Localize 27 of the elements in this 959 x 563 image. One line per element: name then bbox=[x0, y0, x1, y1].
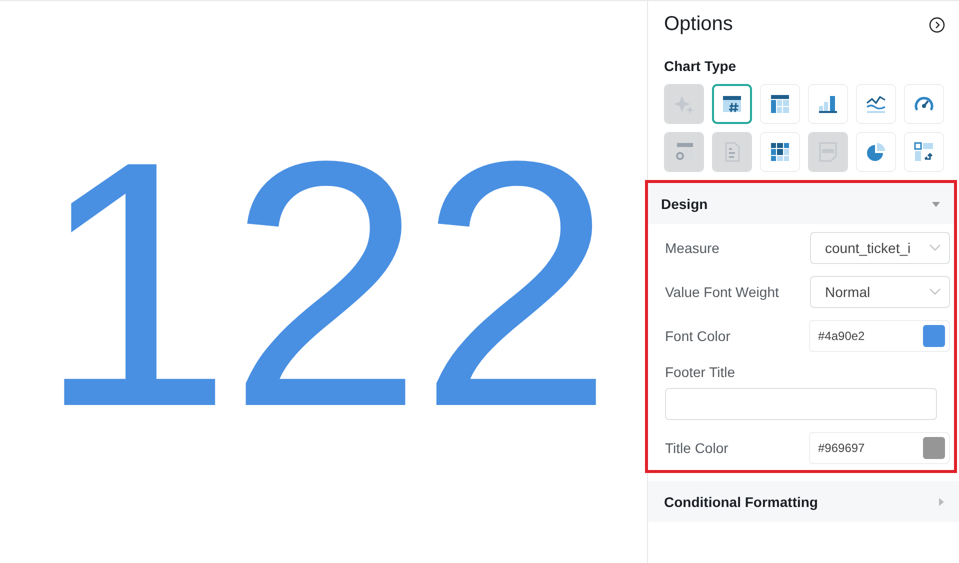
section-label: Chart Type bbox=[664, 58, 738, 74]
table-icon bbox=[768, 92, 792, 116]
field-label: Value Font Weight bbox=[665, 284, 779, 300]
section-header[interactable]: Design bbox=[648, 183, 954, 224]
caret-down-icon bbox=[932, 200, 940, 208]
chevron-down-icon bbox=[929, 288, 941, 296]
pie-chart-icon bbox=[864, 140, 888, 164]
metric-value: 122 bbox=[38, 110, 610, 460]
select-field[interactable]: count_ticket_i bbox=[810, 232, 950, 264]
section-header[interactable]: Conditional Formatting bbox=[648, 481, 959, 522]
color-swatch[interactable] bbox=[923, 437, 945, 459]
select-field[interactable]: Normal bbox=[810, 276, 950, 308]
field-label: Font Color bbox=[665, 328, 730, 344]
panel-title: Options bbox=[664, 13, 733, 36]
color-swatch[interactable] bbox=[923, 325, 945, 347]
collapse-icon[interactable] bbox=[929, 16, 945, 32]
field-label: Footer Title bbox=[665, 364, 736, 380]
field-label: Measure bbox=[665, 240, 720, 256]
pivot-icon bbox=[912, 140, 936, 164]
chart-type-button[interactable] bbox=[712, 84, 752, 124]
field-label: Title Color bbox=[665, 440, 728, 456]
grid-icon bbox=[768, 140, 792, 164]
caret-right-icon bbox=[937, 498, 945, 506]
color-field[interactable]: #4a90e2 bbox=[809, 320, 950, 352]
color-field[interactable]: #969697 bbox=[809, 432, 950, 464]
input-field[interactable] bbox=[665, 388, 937, 420]
chevron-down-icon bbox=[929, 244, 941, 252]
